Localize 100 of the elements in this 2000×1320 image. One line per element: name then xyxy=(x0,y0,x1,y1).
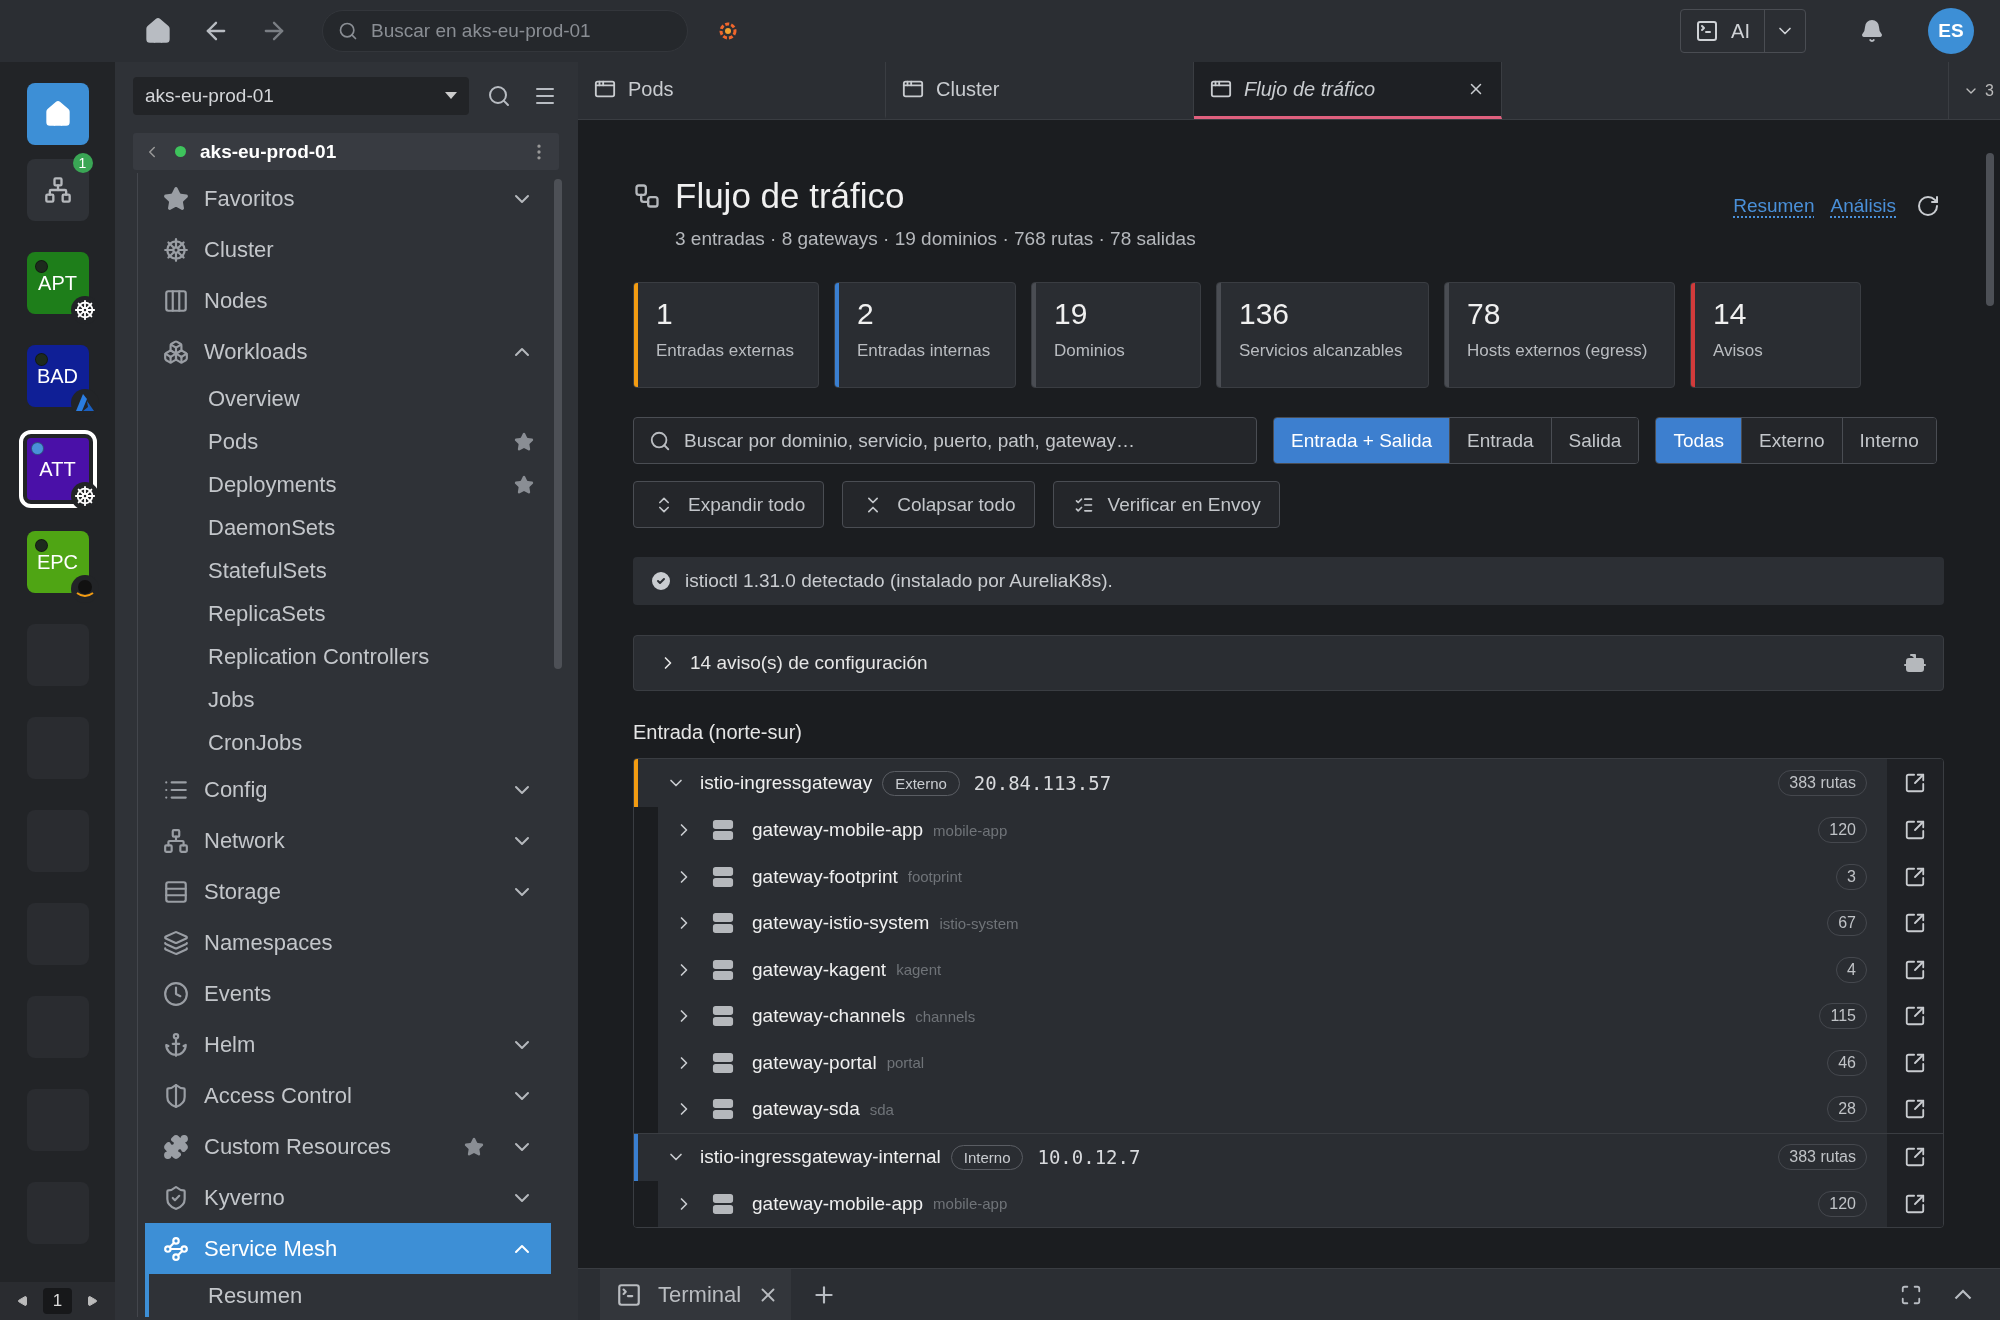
home-button[interactable] xyxy=(26,83,89,145)
gateway-name: gateway-mobile-app xyxy=(752,1192,924,1215)
scrollbar[interactable] xyxy=(1986,153,1994,306)
filter-button[interactable]: Externo xyxy=(1742,418,1843,463)
nav-item[interactable]: Helm xyxy=(145,1019,551,1070)
terminal-icon xyxy=(616,1281,642,1308)
stat-value: 1 xyxy=(656,297,674,331)
nav-item[interactable]: Kyverno xyxy=(145,1172,551,1223)
warnings-panel[interactable]: 14 aviso(s) de configuración xyxy=(633,635,1944,691)
tab[interactable]: Flujo de tráfico xyxy=(1194,62,1502,119)
server-icon xyxy=(712,1098,734,1121)
nav-item[interactable]: Pods xyxy=(149,420,551,463)
nav-icon xyxy=(163,1184,189,1211)
filter-button[interactable]: Todas xyxy=(1656,418,1743,463)
external-link-icon[interactable] xyxy=(1904,1051,1926,1074)
action-button[interactable]: Colapsar todo xyxy=(842,481,1035,528)
external-link-icon[interactable] xyxy=(1904,1005,1926,1028)
external-link-icon[interactable] xyxy=(1904,1146,1926,1168)
check-icon xyxy=(649,569,673,593)
nav-item[interactable]: Favoritos xyxy=(145,173,551,224)
nav-icon xyxy=(163,878,189,905)
home-icon xyxy=(43,100,72,128)
filter-button[interactable]: Interno xyxy=(1842,418,1936,463)
hierarchy-icon xyxy=(43,176,72,204)
nav-icon xyxy=(163,287,189,314)
caret-icon xyxy=(445,92,457,100)
nav-item[interactable]: Workloads xyxy=(145,326,551,377)
nav-item[interactable]: Deployments xyxy=(149,463,551,506)
terminal-tab[interactable]: Terminal xyxy=(600,1269,792,1320)
cluster-button[interactable]: APT xyxy=(26,252,89,314)
window-icon xyxy=(594,78,616,100)
external-link-icon[interactable] xyxy=(1904,912,1926,935)
home-icon xyxy=(144,17,172,45)
link[interactable]: Resumen xyxy=(1733,195,1815,217)
nav-item[interactable]: Config xyxy=(145,764,551,815)
nav-item[interactable]: Namespaces xyxy=(145,917,551,968)
nav-item[interactable]: StatefulSets xyxy=(149,549,551,592)
link[interactable]: Análisis xyxy=(1830,195,1896,217)
page-subtitle: 3 entradas · 8 gateways · 19 dominios · 768 rutas · 78 salidas xyxy=(675,228,1196,250)
star-icon[interactable] xyxy=(514,474,534,495)
nav-item[interactable]: Resumen xyxy=(149,1274,551,1317)
gateway-name: gateway-channels xyxy=(752,1005,906,1028)
cluster-select[interactable]: aks-eu-prod-01 xyxy=(133,77,469,115)
filter-button[interactable]: Entrada xyxy=(1450,418,1552,463)
nav-item[interactable]: Replication Controllers xyxy=(149,635,551,678)
refresh-icon xyxy=(1916,194,1940,218)
server-icon xyxy=(712,1051,734,1074)
nav-icon xyxy=(163,1235,189,1262)
next-icon[interactable] xyxy=(86,1295,99,1307)
gateway-name: gateway-kagent xyxy=(752,958,887,981)
external-link-icon[interactable] xyxy=(1904,772,1926,794)
gateway-name: istio-ingressgateway-internal xyxy=(700,1146,941,1168)
warnings-title: 14 aviso(s) de configuración xyxy=(690,652,929,674)
external-link-icon[interactable] xyxy=(1904,865,1926,888)
nav-item[interactable]: Cluster xyxy=(145,224,551,275)
nav-item[interactable]: ReplicaSets xyxy=(149,592,551,635)
ip-address: 10.0.12.7 xyxy=(1037,1146,1141,1168)
search-field[interactable]: Buscar en aks-eu-prod-01 xyxy=(322,10,688,52)
nav-item[interactable]: Nodes xyxy=(145,275,551,326)
namespace-label: sda xyxy=(869,1100,894,1118)
nav-item[interactable]: Custom Resources xyxy=(145,1121,551,1172)
namespace-label: channels xyxy=(915,1007,976,1025)
bell-icon xyxy=(1860,19,1884,43)
filter-button[interactable]: Salida xyxy=(1551,418,1639,463)
namespace-label: istio-system xyxy=(939,914,1019,932)
stat-value: 136 xyxy=(1239,297,1291,331)
nav-item[interactable]: Overview xyxy=(149,377,551,420)
tab-overflow-button[interactable]: 3 xyxy=(1948,62,2000,119)
cluster-button[interactable]: BAD xyxy=(26,345,89,407)
namespace-label: footprint xyxy=(907,868,962,886)
gateway-name: gateway-mobile-app xyxy=(752,819,924,842)
nav-item[interactable]: DaemonSets xyxy=(149,506,551,549)
status-dot xyxy=(175,146,186,157)
server-icon xyxy=(712,958,734,981)
search-field[interactable]: Buscar por dominio, servicio, puerto, path, gateway… xyxy=(633,417,1257,464)
nav-item[interactable]: Access Control xyxy=(145,1070,551,1121)
filter-button[interactable]: Entrada + Salida xyxy=(1274,418,1450,463)
external-link-icon[interactable] xyxy=(1904,819,1926,842)
action-button[interactable]: Verificar en Envoy xyxy=(1052,481,1280,528)
window-icon xyxy=(1210,78,1232,100)
nav-item[interactable]: Events xyxy=(145,968,551,1019)
star-icon[interactable] xyxy=(514,431,534,452)
external-link-icon[interactable] xyxy=(1904,1192,1926,1215)
previous-icon[interactable] xyxy=(16,1295,29,1307)
scrollbar[interactable] xyxy=(554,179,562,669)
cluster-button[interactable]: ATT xyxy=(18,430,97,508)
action-button[interactable]: Expandir todo xyxy=(633,481,825,528)
server-icon xyxy=(712,865,734,888)
nav-item[interactable]: Network xyxy=(145,815,551,866)
search-icon xyxy=(487,84,511,108)
external-link-icon[interactable] xyxy=(1904,1098,1926,1121)
nav-item[interactable]: Jobs xyxy=(149,678,551,721)
tab[interactable]: Pods xyxy=(578,62,886,119)
hierarchy-button[interactable] xyxy=(26,159,89,221)
external-link-icon[interactable] xyxy=(1904,958,1926,981)
stat-label: Entradas externas xyxy=(656,341,794,361)
nav-item[interactable]: CronJobs xyxy=(149,721,551,764)
star-icon[interactable] xyxy=(464,1136,484,1157)
triangle-icon xyxy=(73,393,96,413)
nav-item[interactable]: Storage xyxy=(145,866,551,917)
